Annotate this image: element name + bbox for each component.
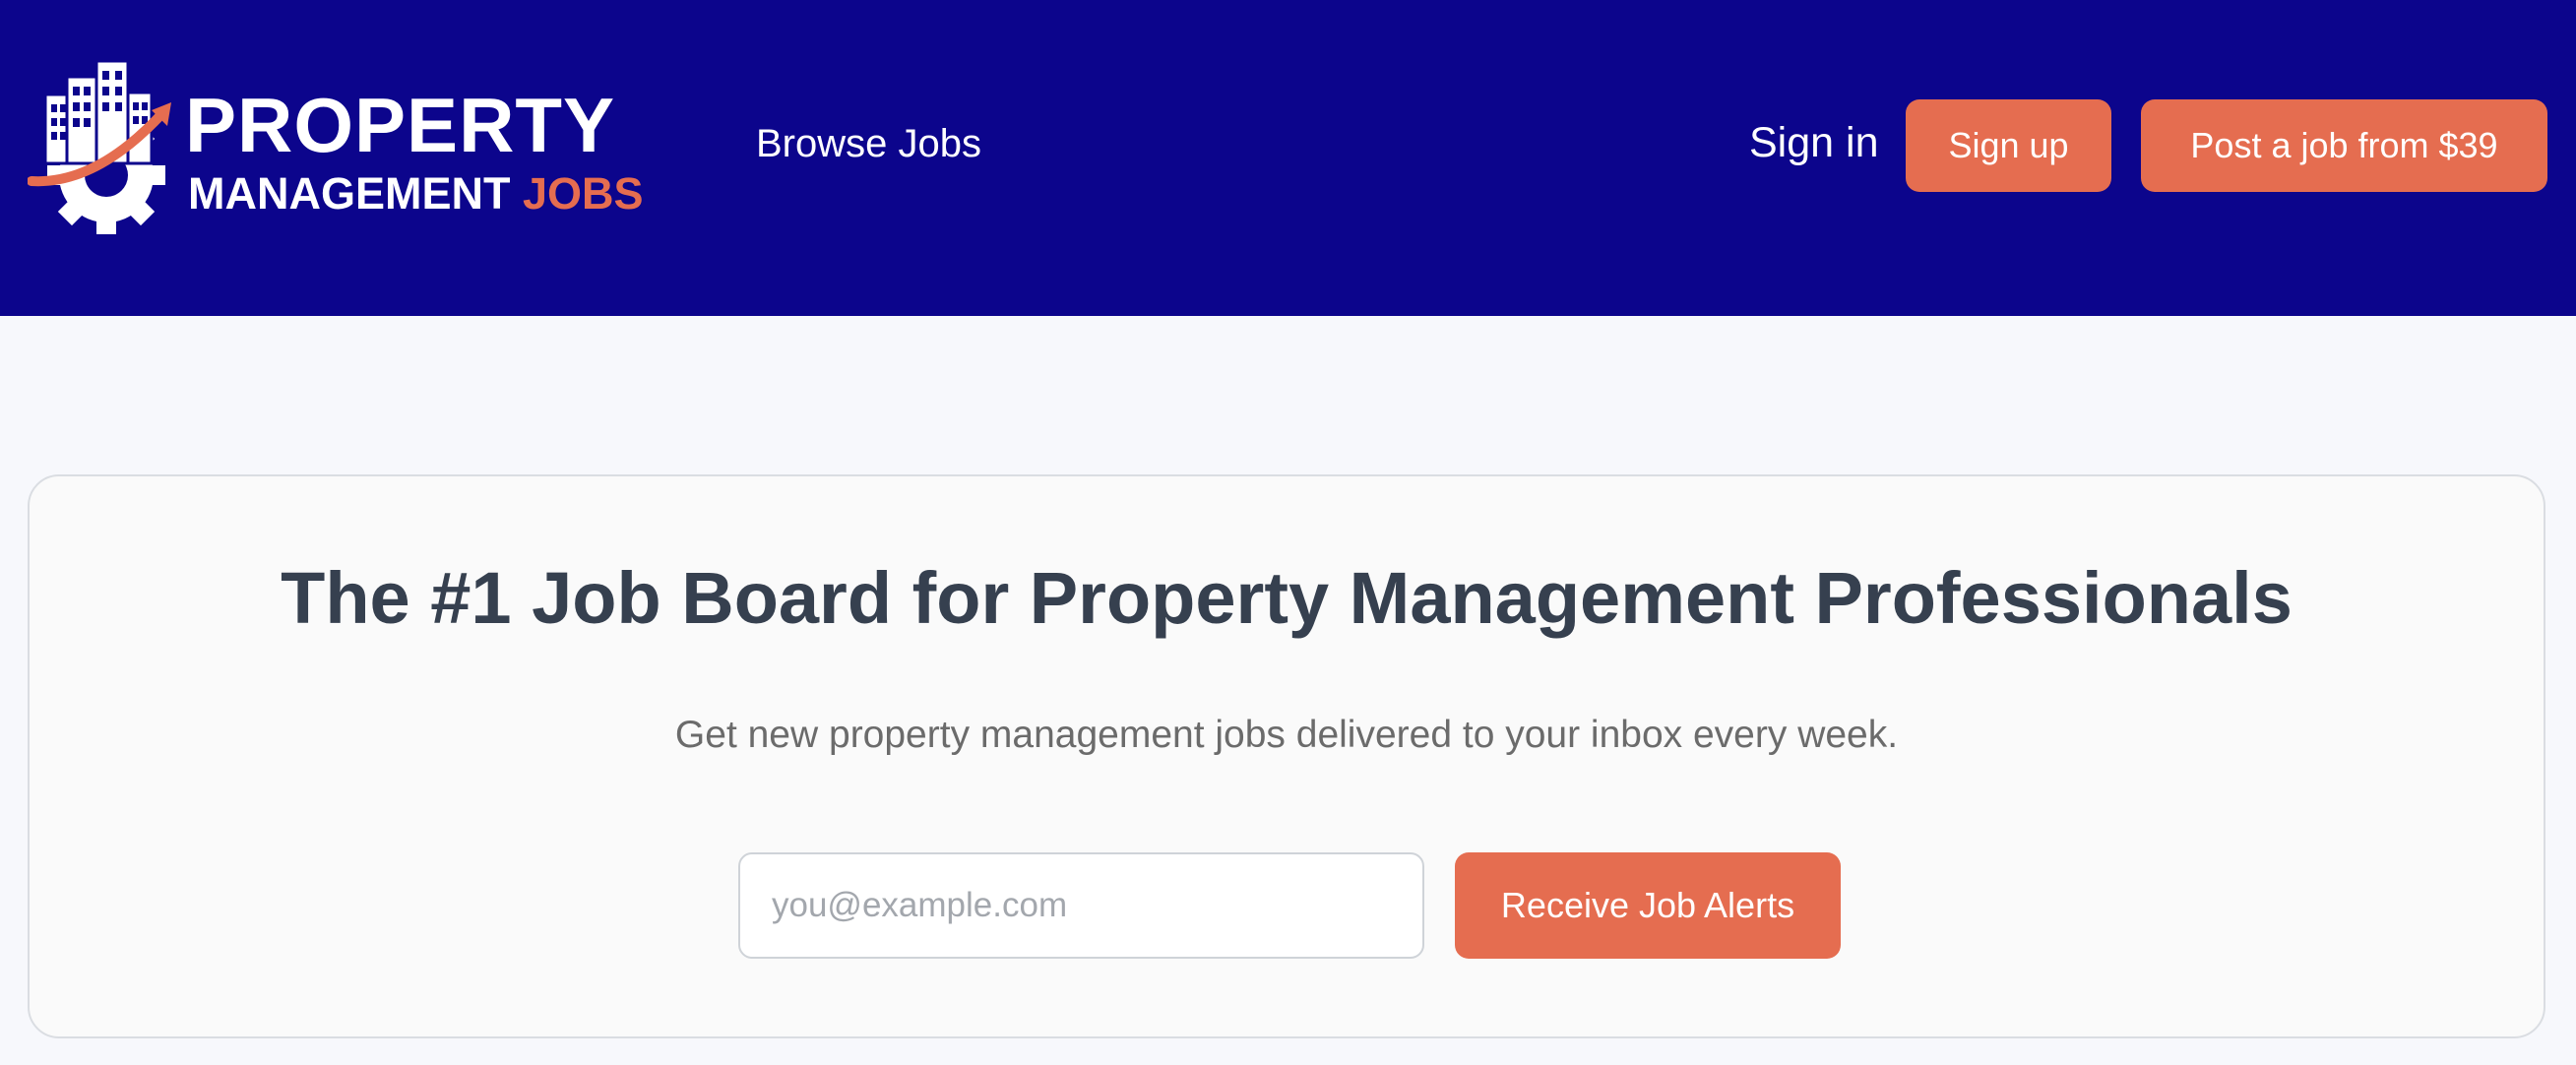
site-logo[interactable]: PROPERTY MANAGEMENT JOBS	[28, 55, 667, 237]
nav-browse-jobs-link[interactable]: Browse Jobs	[756, 120, 981, 167]
receive-job-alerts-button[interactable]: Receive Job Alerts	[1455, 852, 1841, 959]
buildings-gear-arrow-icon	[28, 59, 171, 234]
sign-up-button[interactable]: Sign up	[1906, 99, 2111, 192]
hero-card: The #1 Job Board for Property Management…	[28, 474, 2545, 1038]
hero-subtitle: Get new property management jobs deliver…	[674, 714, 1899, 756]
site-header: PROPERTY MANAGEMENT JOBS Browse Jobs Sig…	[0, 0, 2576, 316]
hero-title: The #1 Job Board for Property Management…	[281, 557, 2293, 639]
logo-text-property: PROPERTY	[185, 82, 616, 168]
sign-in-link[interactable]: Sign in	[1749, 118, 1878, 169]
email-input[interactable]	[738, 852, 1424, 959]
logo-text-jobs: JOBS	[523, 168, 644, 219]
logo-text-management-jobs: MANAGEMENT JOBS	[188, 171, 644, 216]
logo-text-management: MANAGEMENT	[188, 168, 511, 219]
post-job-button[interactable]: Post a job from $39	[2141, 99, 2547, 192]
